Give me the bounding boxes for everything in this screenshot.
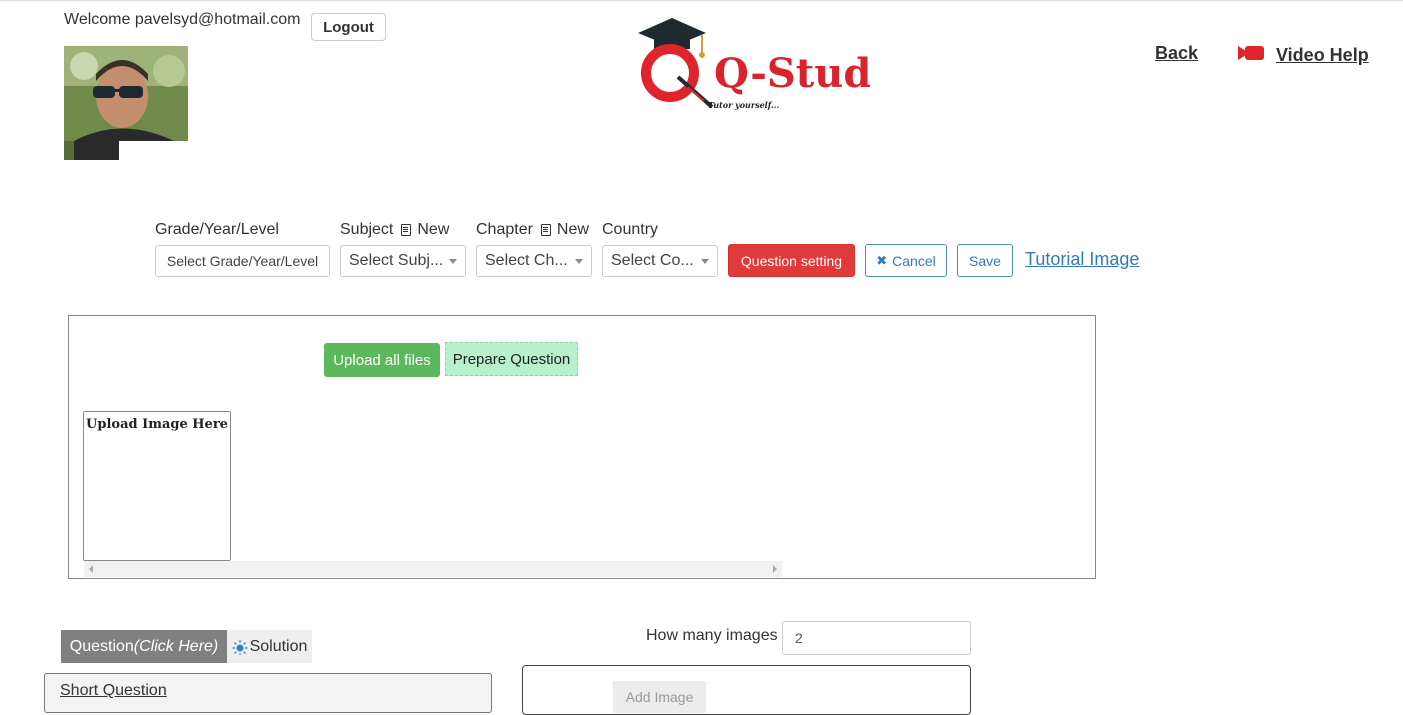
sun-icon [232, 639, 248, 655]
grade-select-value: Select Grade/Year/Level [166, 253, 319, 269]
welcome-text: Welcome pavelsyd@hotmail.com [64, 11, 301, 28]
logout-button[interactable]: Logout [311, 13, 386, 41]
country-select-value: Select Co... [611, 252, 694, 269]
chapter-select[interactable]: Select Ch... [476, 245, 592, 277]
grade-label: Grade/Year/Level [155, 221, 279, 238]
logo-tagline: Tutor yourself... [708, 100, 779, 110]
scroll-right-icon[interactable] [773, 565, 777, 573]
upload-image-label: Upload Image Here [86, 417, 228, 432]
new-subject-link[interactable]: New [417, 221, 449, 239]
cancel-label: Cancel [892, 252, 936, 269]
chapter-label: Chapter [476, 221, 533, 238]
horizontal-scrollbar[interactable] [84, 561, 782, 577]
short-question-link[interactable]: Short Question [60, 682, 167, 700]
scroll-left-icon[interactable] [89, 565, 93, 573]
add-image-button[interactable]: Add Image [613, 681, 706, 713]
subject-select[interactable]: Select Subj... [340, 245, 466, 277]
tab-question-label: Question [69, 637, 134, 655]
country-label: Country [602, 221, 659, 238]
tab-solution-label: Solution [249, 637, 308, 655]
new-chapter-link[interactable]: New [557, 221, 589, 239]
video-help-link[interactable]: Video Help [1238, 43, 1369, 68]
chapter-select-value: Select Ch... [485, 252, 568, 269]
logo-text: Q-Study [714, 50, 870, 97]
how-many-images-label: How many images [646, 627, 778, 644]
subject-select-value: Select Subj... [349, 252, 444, 269]
tab-solution[interactable]: Solution [227, 630, 312, 663]
tab-question[interactable]: Question (Click Here) [61, 630, 227, 663]
new-subject-icon[interactable] [401, 224, 412, 236]
avatar [64, 46, 188, 160]
chevron-down-icon [701, 259, 709, 264]
save-button[interactable]: Save [957, 244, 1013, 277]
qstudy-logo: Q-Study Tutor yourself... [630, 15, 896, 115]
upload-image-dropzone[interactable]: Upload Image Here [83, 411, 231, 561]
chevron-down-icon [449, 259, 457, 264]
tutorial-image-link[interactable]: Tutorial Image [1025, 249, 1139, 270]
new-chapter-icon[interactable] [540, 224, 551, 236]
chapter-label-group: Chapter New [476, 221, 589, 239]
images-container [522, 665, 971, 715]
chevron-down-icon [575, 259, 583, 264]
back-link[interactable]: Back [1155, 43, 1198, 64]
upload-all-files-button[interactable]: Upload all files [324, 343, 440, 377]
country-select[interactable]: Select Co... [602, 245, 718, 277]
video-camera-icon [1238, 43, 1266, 68]
close-icon: ✖ [876, 252, 888, 268]
grade-select[interactable]: Select Grade/Year/Level [155, 245, 330, 277]
video-help-label: Video Help [1276, 45, 1369, 65]
tab-question-hint: (Click Here) [133, 637, 219, 655]
question-type-box: Short Question [44, 673, 492, 713]
subject-label: Subject [340, 221, 394, 238]
prepare-question-button[interactable]: Prepare Question [445, 342, 578, 376]
question-setting-button[interactable]: Question setting [728, 244, 855, 277]
subject-label-group: Subject New [340, 221, 449, 239]
cancel-button[interactable]: ✖ Cancel [865, 244, 947, 277]
how-many-images-input[interactable] [782, 621, 971, 655]
